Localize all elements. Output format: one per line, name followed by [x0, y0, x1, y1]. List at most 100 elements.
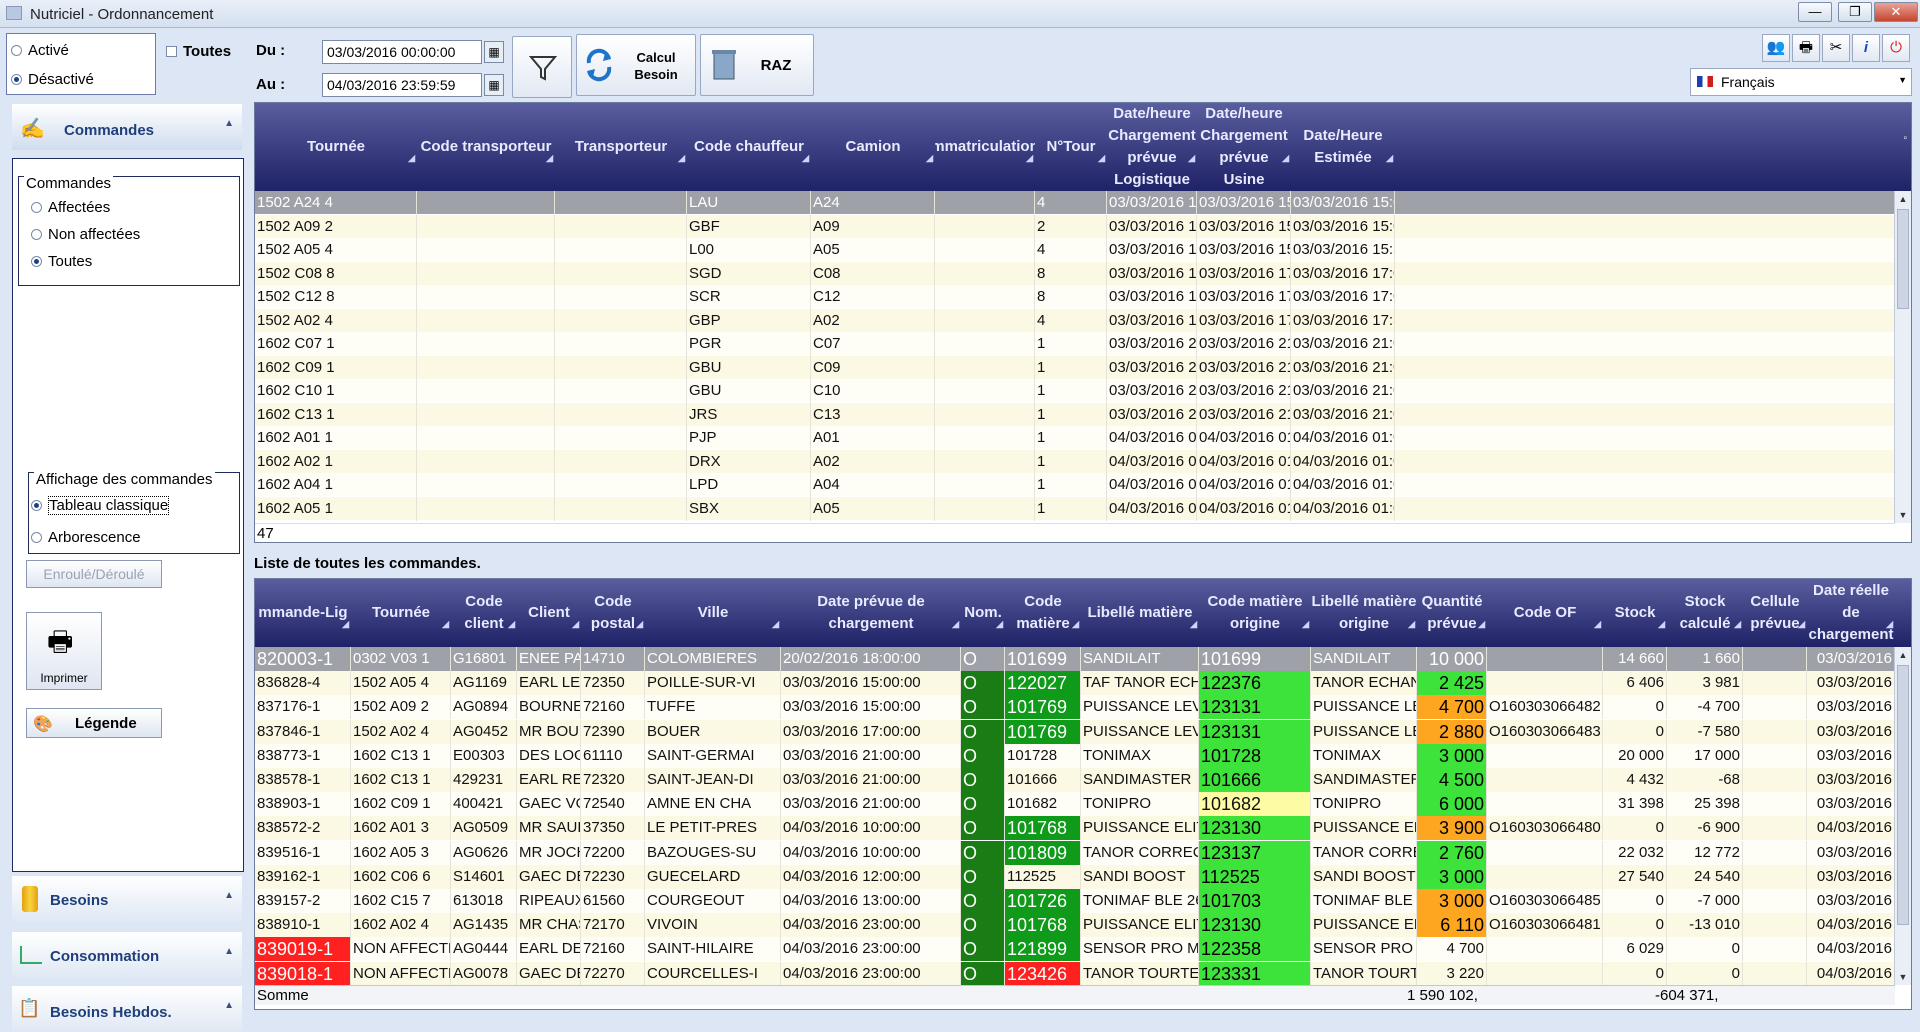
- chevron-up-icon[interactable]: ▲: [224, 946, 234, 957]
- radio-icon[interactable]: [11, 45, 22, 56]
- calendar-icon[interactable]: ▦: [484, 41, 504, 63]
- table-row[interactable]: 839157-21602 C15 7613018RIPEAUX P61560CO…: [255, 889, 1895, 913]
- table-row[interactable]: 838578-11602 C13 1429231EARL RENV72320SA…: [255, 768, 1895, 792]
- table-row[interactable]: 1602 A02 1DRXA02104/03/2016 01:04/03/201…: [255, 449, 1895, 474]
- scroll-up-icon[interactable]: ▲: [1895, 647, 1911, 663]
- inactive-option[interactable]: Désactivé: [11, 71, 94, 88]
- sort-icon[interactable]: ◢: [572, 613, 579, 635]
- sort-icon[interactable]: ◢: [1594, 613, 1601, 635]
- column-header[interactable]: Client ◢: [517, 579, 581, 647]
- scroll-thumb[interactable]: [1897, 209, 1909, 309]
- enroule-deroule-button[interactable]: Enroulé/Déroulé: [26, 560, 162, 588]
- table-row[interactable]: 839162-11602 C06 6S14601GAEC DE M72230GU…: [255, 864, 1895, 889]
- table-row[interactable]: 1502 A05 4L00A05403/03/2016 15:03/03/201…: [255, 238, 1895, 262]
- column-header[interactable]: Cellule prévue ◢: [1743, 579, 1807, 647]
- sort-icon[interactable]: ◢: [772, 613, 779, 635]
- commandes-scrollbar[interactable]: ▲ ▼: [1894, 647, 1911, 985]
- column-header[interactable]: Code client ◢: [451, 579, 517, 647]
- scroll-down-icon[interactable]: ▼: [1895, 969, 1911, 985]
- sort-icon[interactable]: ◢: [1302, 613, 1309, 635]
- table-row[interactable]: 838773-11602 C13 1E00303DES LOGES61110SA…: [255, 743, 1895, 768]
- scroll-down-icon[interactable]: ▼: [1895, 507, 1911, 523]
- table-row[interactable]: 1602 A01 1PJPA01104/03/2016 01:04/03/201…: [255, 426, 1895, 450]
- column-header[interactable]: Tournée ◢: [351, 579, 451, 647]
- sort-icon[interactable]: ◢: [1386, 147, 1393, 169]
- table-row[interactable]: 837176-11502 A09 2AG0894BOURNEUF72160TUF…: [255, 695, 1895, 720]
- table-row[interactable]: 820003-10302 V03 1G16801ENEE PASC14710CO…: [255, 647, 1895, 671]
- column-header[interactable]: Date/Heure Estimée ◢: [1291, 103, 1395, 191]
- radio-icon[interactable]: [11, 74, 22, 85]
- table-row[interactable]: 837846-11502 A02 4AG0452MR BOURG72390BOU…: [255, 719, 1895, 744]
- sort-icon[interactable]: ◢: [952, 613, 959, 635]
- sort-icon[interactable]: ◢: [1098, 147, 1105, 169]
- sort-icon[interactable]: ◢: [1798, 613, 1805, 635]
- column-header[interactable]: Stock calculé ◢: [1667, 579, 1743, 647]
- column-header[interactable]: Date/heure Chargement prévue Logistique ◢: [1107, 103, 1197, 191]
- sort-icon[interactable]: ◢: [1478, 613, 1485, 635]
- affectees-option[interactable]: Affectées: [31, 199, 110, 216]
- table-row[interactable]: 1502 A24 4LAUA24403/03/2016 15:03/03/201…: [255, 191, 1895, 215]
- table-row[interactable]: 838910-11602 A02 4AG1435MR CHASSA72170VI…: [255, 913, 1895, 938]
- column-header[interactable]: Stock ◢: [1603, 579, 1667, 647]
- sort-icon[interactable]: ◢: [1886, 613, 1893, 635]
- restore-button[interactable]: ❐: [1838, 2, 1872, 22]
- column-header[interactable]: Libellé matière ◢: [1081, 579, 1199, 647]
- sort-icon[interactable]: ◢: [1408, 613, 1415, 635]
- table-row[interactable]: 839018-1NON AFFECTEEAG0078GAEC DE L.7227…: [255, 961, 1895, 986]
- sort-icon[interactable]: ◢: [408, 147, 415, 169]
- scroll-thumb[interactable]: [1897, 665, 1909, 925]
- sort-icon[interactable]: ◢: [678, 147, 685, 169]
- raz-button[interactable]: RAZ: [700, 34, 814, 96]
- print-icon[interactable]: 🖶: [1792, 34, 1820, 62]
- column-header[interactable]: mmande-Lig ◢: [255, 579, 351, 647]
- power-icon[interactable]: ⏻: [1882, 34, 1910, 62]
- active-option[interactable]: Activé: [11, 42, 69, 59]
- consommation-header[interactable]: Consommation ▲: [12, 932, 242, 978]
- toutes-checkbox[interactable]: Toutes: [166, 43, 231, 60]
- column-header[interactable]: Date/heure Chargement prévue Usine ◢: [1197, 103, 1291, 191]
- column-header[interactable]: Code chauffeur ◢: [687, 103, 811, 191]
- table-row[interactable]: 1602 C10 1GBUC10103/03/2016 21:03/03/201…: [255, 379, 1895, 403]
- table-row[interactable]: 1602 C09 1GBUC09103/03/2016 21:03/03/201…: [255, 355, 1895, 380]
- sort-icon[interactable]: ◢: [1026, 147, 1033, 169]
- tournee-scrollbar[interactable]: ▲ ▼: [1894, 191, 1911, 523]
- sort-icon[interactable]: ◢: [1072, 613, 1079, 635]
- radio-icon[interactable]: [31, 202, 42, 213]
- imprimer-button[interactable]: 🖶 Imprimer: [26, 612, 102, 690]
- table-row[interactable]: 1602 C07 1PGRC07103/03/2016 21:03/03/201…: [255, 332, 1895, 356]
- besoins-hebdos-header[interactable]: 📋 Besoins Hebdos. ▲: [12, 986, 242, 1032]
- non-affectees-option[interactable]: Non affectées: [31, 226, 140, 243]
- radio-icon[interactable]: [31, 500, 42, 511]
- chevron-down-icon[interactable]: ▼: [1898, 75, 1907, 85]
- column-header[interactable]: Camion ◢: [811, 103, 935, 191]
- table-row[interactable]: 1602 A05 1SBXA05104/03/2016 01:04/03/201…: [255, 496, 1895, 521]
- chevron-up-icon[interactable]: ▲: [224, 1000, 234, 1011]
- table-row[interactable]: 838903-11602 C09 1400421GAEC VOV72540AMN…: [255, 792, 1895, 817]
- column-header[interactable]: Code postal ◢: [581, 579, 645, 647]
- toutes-option[interactable]: Toutes: [31, 253, 92, 270]
- radio-icon[interactable]: [31, 532, 42, 543]
- sort-icon[interactable]: ◢: [926, 147, 933, 169]
- sort-icon[interactable]: ◢: [508, 613, 515, 635]
- column-chooser-icon[interactable]: ▫: [1903, 133, 1907, 144]
- column-header[interactable]: Tournée ◢: [255, 103, 417, 191]
- sort-icon[interactable]: ◢: [1188, 147, 1195, 169]
- info-icon[interactable]: i: [1852, 34, 1880, 62]
- people-icon[interactable]: 👥: [1762, 34, 1790, 62]
- radio-icon[interactable]: [31, 229, 42, 240]
- column-header[interactable]: Code matière ◢: [1005, 579, 1081, 647]
- table-row[interactable]: 836828-41502 A05 4AG1169EARL LEBAI72350P…: [255, 671, 1895, 696]
- table-row[interactable]: 1502 C08 8SGDC08803/03/2016 17:03/03/201…: [255, 261, 1895, 286]
- du-input[interactable]: 03/03/2016 00:00:00: [322, 40, 482, 64]
- sort-icon[interactable]: ◢: [342, 613, 349, 635]
- calcul-besoin-button[interactable]: Calcul Besoin: [576, 34, 696, 96]
- column-header[interactable]: N°Tour ◢: [1035, 103, 1107, 191]
- chevron-up-icon[interactable]: ▲: [224, 890, 234, 901]
- sort-icon[interactable]: ◢: [546, 147, 553, 169]
- sort-icon[interactable]: ◢: [636, 613, 643, 635]
- au-input[interactable]: 04/03/2016 23:59:59: [322, 73, 482, 97]
- table-row[interactable]: 1502 C12 8SCRC12803/03/2016 17:03/03/201…: [255, 285, 1895, 309]
- checkbox-icon[interactable]: [166, 46, 177, 57]
- column-header[interactable]: Date prévue de chargement ◢: [781, 579, 961, 647]
- chevron-up-icon[interactable]: ▲: [224, 118, 234, 129]
